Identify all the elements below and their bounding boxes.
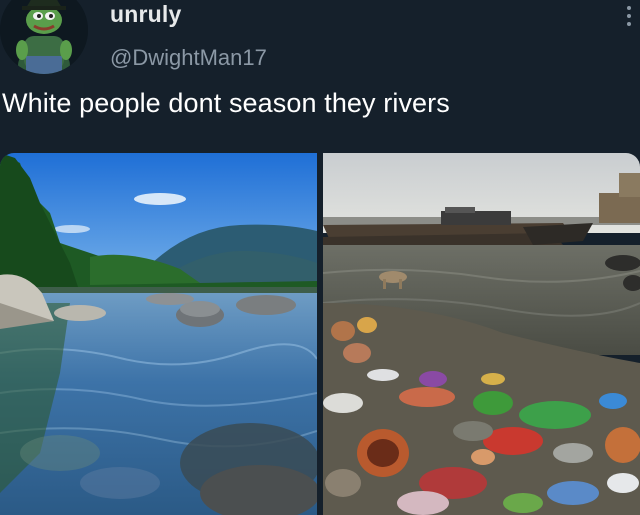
frog-avatar-icon[interactable]: [0, 0, 88, 74]
polluted-river-photo[interactable]: [323, 153, 640, 515]
display-name[interactable]: unruly: [110, 1, 181, 28]
clean-river-photo[interactable]: [0, 153, 317, 515]
more-options-icon[interactable]: [624, 4, 634, 30]
tweet-text: White people dont season they rivers: [2, 88, 450, 118]
tweet: unruly @DwightMan17 White people dont se…: [0, 0, 640, 515]
media-grid: [0, 153, 640, 515]
user-handle[interactable]: @DwightMan17: [110, 45, 267, 71]
